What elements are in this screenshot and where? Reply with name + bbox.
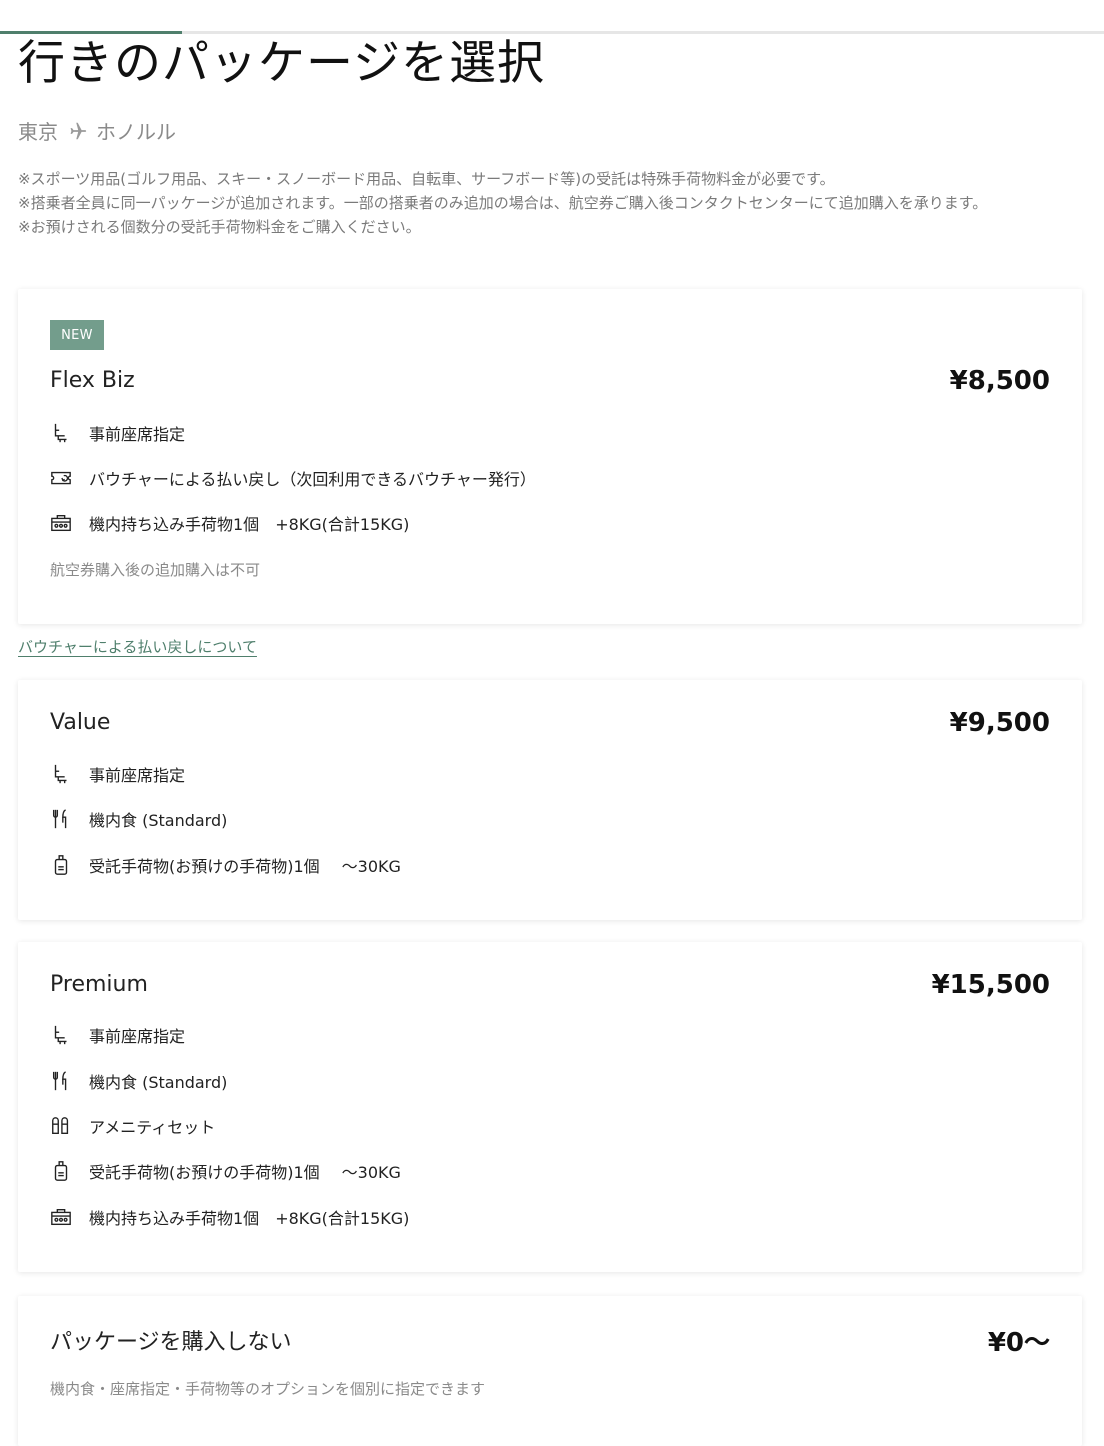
meal-icon bbox=[50, 1070, 72, 1092]
voucher-refund-link[interactable]: バウチャーによる払い戻しについて bbox=[18, 636, 257, 657]
package-note: 航空券購入後の追加購入は不可 bbox=[50, 561, 261, 579]
feature-row: アメニティセット bbox=[50, 1113, 215, 1139]
feature-text: 事前座席指定 bbox=[89, 1027, 186, 1046]
feature-row: 機内食 (Standard) bbox=[50, 806, 227, 832]
notice-list: ※スポーツ用品(ゴルフ用品、スキー・スノーボード用品、自転車、サーフボード等)の… bbox=[18, 167, 987, 239]
feature-row: 受託手荷物(お預けの手荷物)1個 ～30KG bbox=[50, 1158, 401, 1184]
package-price: ¥15,500 bbox=[931, 970, 1050, 1000]
package-name: Value bbox=[50, 710, 111, 735]
notice-item: ※搭乗者全員に同一パッケージが追加されます。一部の搭乗者のみ追加の場合は、航空券… bbox=[18, 194, 988, 212]
package-card-none[interactable]: パッケージを購入しない ¥0～ 機内食・座席指定・手荷物等のオプションを個別に指… bbox=[18, 1296, 1082, 1446]
feature-row: 機内持ち込み手荷物1個 +8KG(合計15KG) bbox=[50, 1204, 409, 1230]
package-name: パッケージを購入しない bbox=[50, 1330, 292, 1355]
package-name: Premium bbox=[50, 972, 148, 997]
seat-icon bbox=[50, 763, 72, 785]
feature-row: 事前座席指定 bbox=[50, 761, 185, 787]
feature-text: 受託手荷物(お預けの手荷物)1個 bbox=[89, 857, 320, 876]
feature-row: 事前座席指定 bbox=[50, 1022, 185, 1048]
feature-row: 事前座席指定 bbox=[50, 420, 185, 446]
route-destination: ホノルル bbox=[96, 120, 176, 144]
package-description: 機内食・座席指定・手荷物等のオプションを個別に指定できます bbox=[50, 1380, 486, 1398]
package-price: ¥9,500 bbox=[949, 708, 1050, 738]
package-price: ¥0～ bbox=[987, 1328, 1050, 1358]
feature-text: 事前座席指定 bbox=[89, 425, 186, 444]
package-card-flex-biz[interactable]: NEW Flex Biz ¥8,500 事前座席指定 バウチャーによる払い戻し（… bbox=[18, 289, 1082, 624]
feature-row: 機内持ち込み手荷物1個 +8KG(合計15KG) bbox=[50, 510, 409, 536]
feature-row: 機内食 (Standard) bbox=[50, 1068, 227, 1094]
page-title: 行きのパッケージを選択 bbox=[18, 36, 546, 91]
package-name: Flex Biz bbox=[50, 368, 135, 393]
seat-icon bbox=[50, 422, 72, 444]
feature-text: 機内持ち込み手荷物1個 bbox=[89, 515, 260, 534]
package-card-value[interactable]: Value ¥9,500 事前座席指定 機内食 (Standard) 受託手荷物… bbox=[18, 680, 1082, 920]
new-badge: NEW bbox=[50, 320, 104, 350]
feature-text: 機内食 (Standard) bbox=[89, 811, 228, 830]
feature-text: 受託手荷物(お預けの手荷物)1個 bbox=[89, 1163, 320, 1182]
feature-text: 事前座席指定 bbox=[89, 766, 186, 785]
seat-icon bbox=[50, 1024, 72, 1046]
feature-extra: ～30KG bbox=[341, 857, 401, 876]
checked-baggage-icon bbox=[50, 1160, 72, 1182]
carry-on-bag-icon bbox=[50, 1206, 72, 1228]
checked-baggage-icon bbox=[50, 854, 72, 876]
package-price: ¥8,500 bbox=[949, 366, 1050, 396]
carry-on-bag-icon bbox=[50, 512, 72, 534]
route-origin: 東京 bbox=[18, 120, 58, 144]
amenity-icon bbox=[50, 1115, 72, 1137]
feature-row: 受託手荷物(お預けの手荷物)1個 ～30KG bbox=[50, 852, 401, 878]
feature-text: 機内食 (Standard) bbox=[89, 1073, 228, 1092]
feature-extra: +8KG(合計15KG) bbox=[275, 1209, 410, 1228]
meal-icon bbox=[50, 808, 72, 830]
package-card-premium[interactable]: Premium ¥15,500 事前座席指定 機内食 (Standard) アメ… bbox=[18, 942, 1082, 1272]
feature-extra: +8KG(合計15KG) bbox=[275, 515, 410, 534]
plane-icon bbox=[70, 122, 87, 139]
feature-text: アメニティセット bbox=[89, 1118, 216, 1137]
feature-row: バウチャーによる払い戻し（次回利用できるバウチャー発行） bbox=[50, 465, 536, 491]
feature-extra: ～30KG bbox=[341, 1163, 401, 1182]
route: 東京 ホノルル bbox=[18, 116, 176, 145]
feature-text: 機内持ち込み手荷物1個 bbox=[89, 1209, 260, 1228]
voucher-icon bbox=[50, 467, 72, 489]
notice-item: ※スポーツ用品(ゴルフ用品、スキー・スノーボード用品、自転車、サーフボード等)の… bbox=[18, 170, 835, 188]
notice-item: ※お預けされる個数分の受託手荷物料金をご購入ください。 bbox=[18, 218, 421, 236]
feature-text: バウチャーによる払い戻し（次回利用できるバウチャー発行） bbox=[89, 470, 536, 489]
